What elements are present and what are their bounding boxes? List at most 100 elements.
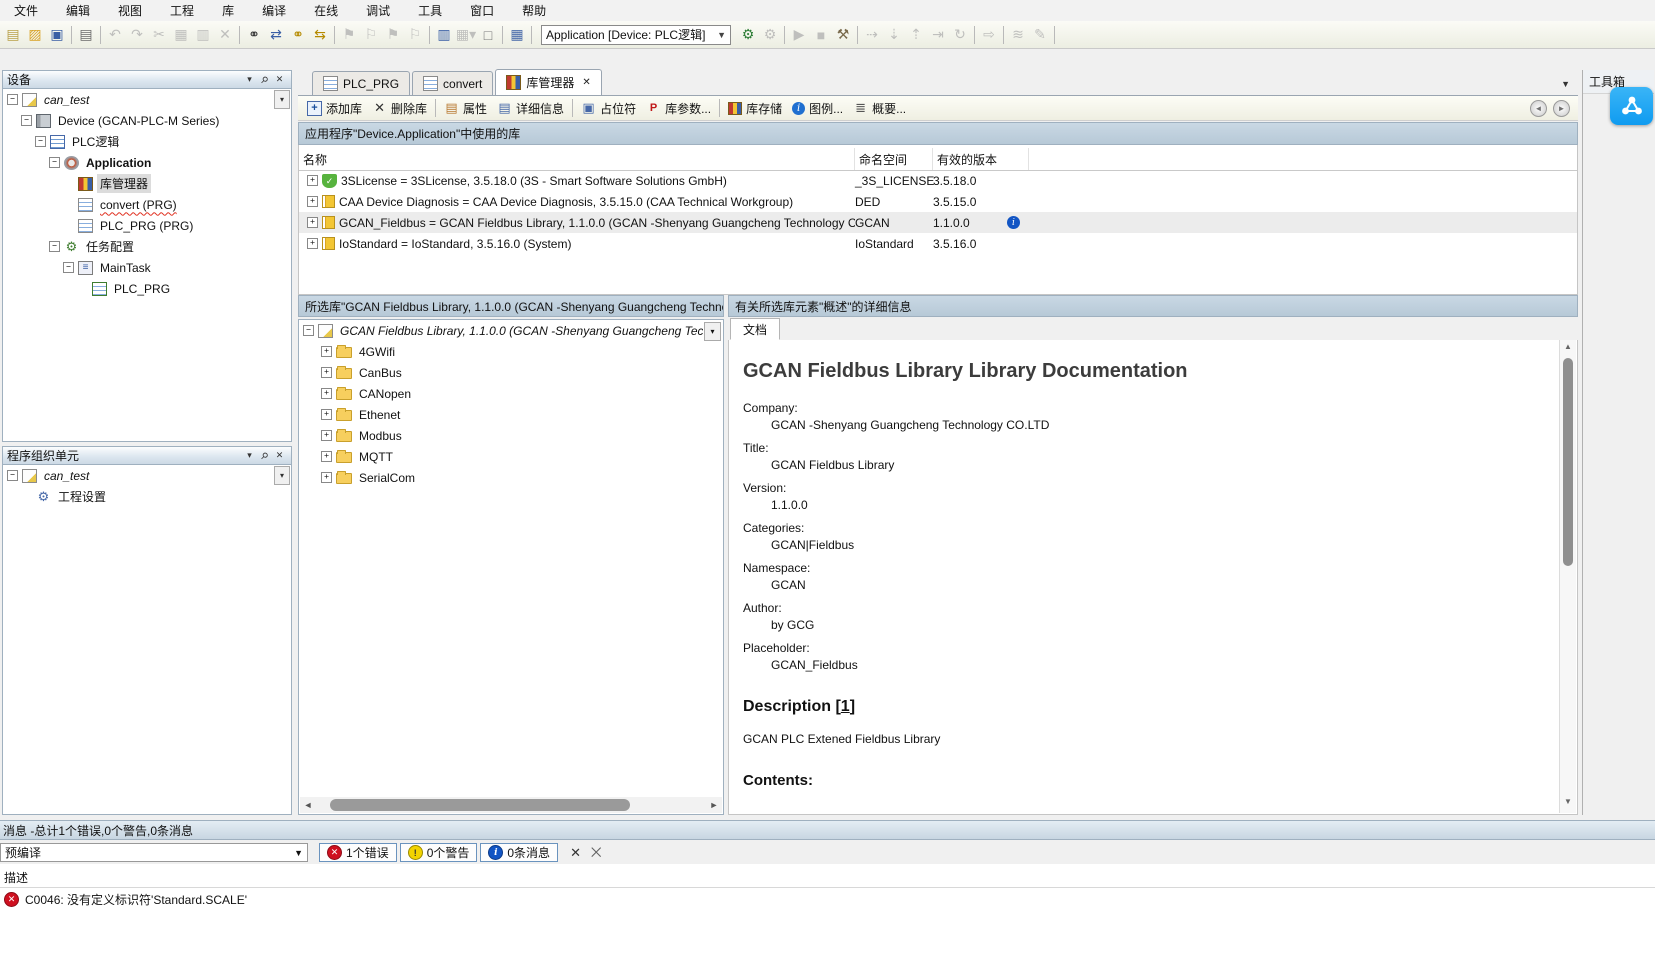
undo-icon[interactable]: ↶ [104,24,126,46]
delete-library-button[interactable]: 删除库 [372,100,427,117]
tree-expander-icon[interactable]: − [21,115,32,126]
library-repository-button[interactable]: 库存储 [728,100,782,117]
description-column-header[interactable]: 描述 [0,868,1655,888]
tree-expander-icon[interactable]: − [35,136,46,147]
library-folder-item[interactable]: +SerialCom [299,467,723,488]
library-folder-item[interactable]: +4GWifi [299,341,723,362]
devices-tree-item[interactable]: −can_test [3,89,291,110]
clear-messages-icon[interactable]: ✕ [570,845,581,861]
column-name[interactable]: 名称 [299,148,855,170]
devices-tree-item[interactable]: PLC_PRG [3,278,291,299]
tree-expander-icon[interactable]: + [321,472,332,483]
devices-tree-item[interactable]: −任务配置 [3,236,291,257]
library-row[interactable]: +3SLicense = 3SLicense, 3.5.18.0 (3S - S… [299,170,1577,191]
menu-item-tools[interactable]: 工具 [404,0,456,21]
library-folder-item[interactable]: +Modbus [299,425,723,446]
row-expander-icon[interactable]: + [307,175,318,186]
row-expander-icon[interactable]: + [307,238,318,249]
back-icon[interactable]: ◄ [1530,100,1547,117]
new-window-icon[interactable]: □ [477,24,499,46]
messages-filter-button[interactable]: i0条消息 [480,843,558,862]
selected-library-root[interactable]: −GCAN Fieldbus Library, 1.1.0.0 (GCAN -S… [299,320,723,341]
reset-icon[interactable]: ↻ [949,24,971,46]
replace-in-project-icon[interactable]: ⇆ [309,24,331,46]
tree-expander-icon[interactable]: − [303,325,314,336]
placeholder-button[interactable]: 占位符 [581,100,636,117]
library-folder-item[interactable]: +Ethenet [299,404,723,425]
advance-icon[interactable]: ⇨ [978,24,1000,46]
run-to-cursor-icon[interactable]: ⇥ [927,24,949,46]
description-ref-link[interactable]: 1 [841,698,850,715]
tree-expander-icon[interactable]: + [321,409,332,420]
baidu-netdisk-icon[interactable] [1610,87,1653,125]
tree-expander-icon[interactable]: + [321,451,332,462]
toggle-bookmark-icon[interactable]: ⚑ [338,24,360,46]
find-icon[interactable]: ⚭ [243,24,265,46]
scroll-right-icon[interactable]: ► [706,800,722,810]
column-namespace[interactable]: 命名空间 [855,148,933,170]
details-button[interactable]: 详细信息 [497,100,564,117]
pou-view-dropdown[interactable]: ▾ [274,466,290,485]
library-row[interactable]: +GCAN_Fieldbus = GCAN Fieldbus Library, … [299,212,1577,233]
tree-expander-icon[interactable]: − [63,262,74,273]
insert-table-dropdown-icon[interactable]: ▦▾ [455,24,477,46]
menu-item-debug[interactable]: 调试 [352,0,404,21]
delete-icon[interactable]: ✕ [214,24,236,46]
pou-tree-item[interactable]: 工程设置 [3,486,291,507]
errors-filter-button[interactable]: ✕1个错误 [319,843,397,862]
vertical-scrollbar[interactable]: ▲ ▼ [1559,340,1576,813]
tree-expander-icon[interactable]: − [49,157,60,168]
menu-item-library[interactable]: 库 [208,0,248,21]
stop-icon[interactable]: ■ [810,24,832,46]
library-params-button[interactable]: 库参数... [646,100,711,117]
version-dropdown-icon[interactable]: ▾ [704,322,721,341]
menu-item-file[interactable]: 文件 [0,0,52,21]
menu-item-project[interactable]: 工程 [156,0,208,21]
cut-icon[interactable]: ✂ [148,24,170,46]
clear-bookmarks-icon[interactable]: ⚐ [404,24,426,46]
find-in-project-icon[interactable]: ⚭ [287,24,309,46]
paste-special-icon[interactable]: ▥ [433,24,455,46]
menu-item-help[interactable]: 帮助 [508,0,560,21]
devices-tree-item[interactable]: −PLC逻辑 [3,131,291,152]
menu-item-window[interactable]: 窗口 [456,0,508,21]
tree-expander-icon[interactable]: − [49,241,60,252]
tab-库管理器[interactable]: 库管理器✕ [495,69,601,95]
flow-control-icon[interactable]: ≋ [1007,24,1029,46]
tree-expander-icon[interactable]: + [321,367,332,378]
error-message-row[interactable]: ✕C0046: 没有定义标识符'Standard.SCALE' [0,889,1655,909]
column-version[interactable]: 有效的版本 [933,148,1029,170]
tab-convert[interactable]: convert [412,71,493,95]
step-out-icon[interactable]: ⇡ [905,24,927,46]
active-application-combo[interactable]: Application [Device: PLC逻辑]▼ [541,25,731,45]
message-category-combo[interactable]: 预编译▼ [0,843,308,862]
edit-display-icon[interactable]: ✎ [1029,24,1051,46]
warnings-filter-button[interactable]: !0个警告 [400,843,478,862]
horizontal-scrollbar[interactable]: ◄ ► [300,797,722,813]
devices-tree-item[interactable]: 库管理器 [3,173,291,194]
tab-overflow-dropdown-icon[interactable]: ▼ [1561,79,1570,89]
build-icon[interactable]: ▦ [506,24,528,46]
devices-tree-item[interactable]: −Application [3,152,291,173]
properties-button[interactable]: 属性 [444,100,487,117]
paste-icon[interactable]: ▥ [192,24,214,46]
library-folder-item[interactable]: +CanBus [299,362,723,383]
devices-tree-item[interactable]: −Device (GCAN-PLC-M Series) [3,110,291,131]
replace-icon[interactable]: ⇄ [265,24,287,46]
step-over-icon[interactable]: ⇢ [861,24,883,46]
menu-item-edit[interactable]: 编辑 [52,0,104,21]
new-file-icon[interactable]: ▤ [2,24,24,46]
menu-item-online[interactable]: 在线 [300,0,352,21]
pou-tree-item[interactable]: −can_test [3,465,291,486]
scroll-down-icon[interactable]: ▼ [1560,797,1576,811]
library-folder-item[interactable]: +MQTT [299,446,723,467]
clear-all-messages-icon[interactable]: ⨉ [591,845,601,861]
menu-item-view[interactable]: 视图 [104,0,156,21]
next-bookmark-icon[interactable]: ⚑ [382,24,404,46]
devices-view-dropdown[interactable]: ▾ [274,90,290,109]
row-expander-icon[interactable]: + [307,217,318,228]
library-folder-item[interactable]: +CANopen [299,383,723,404]
tree-expander-icon[interactable]: + [321,388,332,399]
legend-button[interactable]: 图例... [792,100,843,117]
menu-item-build[interactable]: 编译 [248,0,300,21]
